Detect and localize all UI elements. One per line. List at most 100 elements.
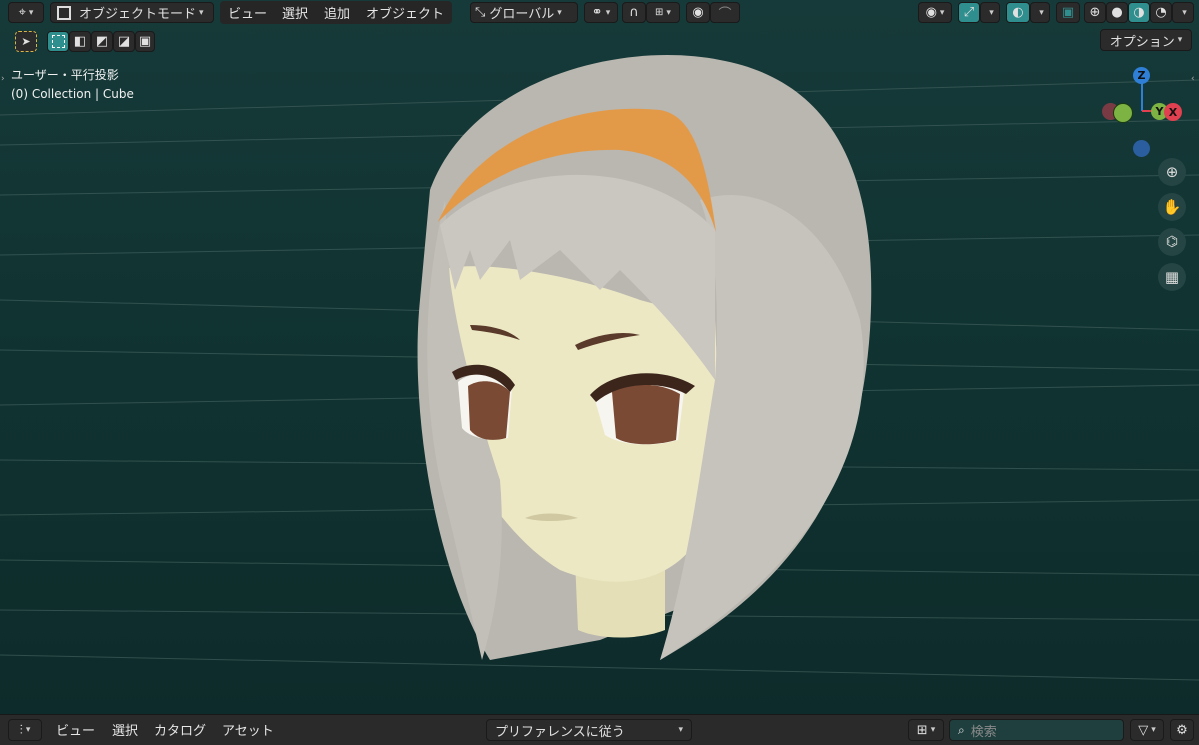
asset-menu-view[interactable]: ビュー — [56, 720, 95, 739]
transform-orientation-selector[interactable]: ⤡ グローバル ▾ — [470, 2, 578, 23]
overlays-dropdown[interactable]: ▾ — [1030, 2, 1050, 23]
import-method-label: プリファレンスに従う — [495, 724, 625, 740]
asset-editor-type-button[interactable]: ⫶ ▾ — [8, 719, 42, 741]
select-extend-icon: ◧ — [73, 34, 87, 49]
falloff-button[interactable]: ⌒ — [710, 2, 740, 23]
sidebar-expand-arrow[interactable]: ‹ — [1191, 74, 1195, 84]
zoom-icon: ⊕ — [1165, 163, 1179, 181]
select-mode-invert[interactable]: ◪ — [113, 31, 135, 52]
mode-label: オブジェクトモード — [79, 7, 197, 22]
magnet-icon: ∩ — [629, 5, 639, 20]
select-mode-intersect[interactable]: ▣ — [135, 31, 155, 52]
xray-toggle[interactable]: ▣ — [1056, 2, 1080, 23]
pivot-icon: ⚭ — [591, 5, 603, 20]
collection-info: (0) Collection | Cube — [11, 87, 134, 101]
editor-type-icon: ⌖ — [18, 5, 26, 20]
chevron-down-icon: ▾ — [989, 7, 994, 18]
filter-button[interactable]: ▽ ▾ — [1130, 719, 1164, 741]
axis-x[interactable]: X — [1164, 103, 1182, 121]
viewport-header: ⌖ ▾ オブジェクトモード ▾ ビュー 選択 追加 オブジェクト ⤡ グローバル … — [0, 0, 1199, 26]
chevron-down-icon: ▾ — [199, 7, 204, 18]
gizmo-dropdown[interactable]: ▾ — [980, 2, 1000, 23]
asset-menu-asset[interactable]: アセット — [222, 720, 274, 739]
camera-view-button[interactable]: ⌬ — [1158, 228, 1186, 256]
select-mode-subtract[interactable]: ◩ — [91, 31, 113, 52]
pan-button[interactable]: ✋ — [1158, 193, 1186, 221]
options-dropdown[interactable]: オプション ▾ — [1100, 29, 1192, 51]
asset-menu-catalog[interactable]: カタログ — [154, 720, 206, 739]
mode-selector[interactable]: オブジェクトモード ▾ — [50, 2, 214, 23]
zoom-button[interactable]: ⊕ — [1158, 158, 1186, 186]
filter-icon: ▽ — [1138, 722, 1149, 738]
menu-add[interactable]: 追加 — [318, 2, 356, 23]
menu-view[interactable]: ビュー — [222, 2, 273, 23]
snap-toggle[interactable]: ∩ — [622, 2, 646, 23]
pivot-point-button[interactable]: ⚭ ▾ — [584, 2, 618, 23]
search-placeholder: 検索 — [970, 724, 997, 740]
chevron-down-icon: ▾ — [25, 725, 31, 735]
select-subtract-icon: ◩ — [95, 34, 109, 49]
select-mode-new[interactable] — [47, 31, 69, 52]
chevron-down-icon: ▾ — [678, 725, 683, 735]
thumbnail-grid-icon: ⊞ — [916, 722, 928, 738]
shading-rendered[interactable]: ◔ — [1150, 2, 1172, 23]
settings-button[interactable]: ⚙ — [1170, 719, 1194, 741]
chevron-down-icon: ▾ — [1039, 7, 1044, 18]
toolbar-expand-arrow[interactable]: › — [1, 74, 5, 84]
proportional-edit-toggle[interactable]: ◉ — [686, 2, 710, 23]
select-intersect-icon: ▣ — [138, 34, 152, 49]
shading-material[interactable]: ◑ — [1128, 2, 1150, 23]
camera-icon: ⌬ — [1165, 234, 1179, 250]
projection-toggle-button[interactable]: ▦ — [1158, 263, 1186, 291]
gizmo-icon: ⤢ — [963, 5, 975, 20]
overlays-icon: ◐ — [1012, 5, 1024, 20]
snap-target-button[interactable]: ⊞ ▾ — [646, 2, 680, 23]
select-mode-extend[interactable]: ◧ — [69, 31, 91, 52]
chevron-down-icon: ▾ — [557, 7, 562, 18]
orientation-label: グローバル — [489, 7, 555, 22]
gizmo-toggle[interactable]: ⤢ — [958, 2, 980, 23]
eye-icon: ◉ — [925, 5, 937, 20]
display-mode-button[interactable]: ⊞ ▾ — [908, 719, 944, 741]
cursor-arrow-icon: ➤ — [21, 35, 31, 48]
select-invert-icon: ◪ — [117, 34, 131, 49]
asset-browser-header: ⫶ ▾ ビュー 選択 カタログ アセット プリファレンスに従う ▾ ⊞ ▾ ⌕ 検索 … — [0, 714, 1199, 745]
wireframe-icon: ⊕ — [1089, 5, 1101, 20]
shading-dropdown[interactable]: ▾ — [1172, 2, 1194, 23]
shading-solid[interactable]: ● — [1106, 2, 1128, 23]
material-preview-icon: ◑ — [1133, 5, 1145, 20]
editor-type-button[interactable]: ⌖ ▾ — [8, 2, 44, 23]
overlays-toggle[interactable]: ◐ — [1006, 2, 1030, 23]
left-eye-iris — [468, 381, 510, 440]
chevron-down-icon: ▾ — [930, 725, 936, 735]
chevron-down-icon: ▾ — [939, 7, 945, 18]
grid-icon: ▦ — [1164, 268, 1180, 286]
gear-icon: ⚙ — [1176, 722, 1188, 738]
import-method-dropdown[interactable]: プリファレンスに従う ▾ — [486, 719, 692, 741]
chevron-down-icon: ▾ — [1151, 725, 1156, 735]
character-head-model[interactable] — [0, 0, 1199, 714]
proportional-edit-icon: ◉ — [692, 5, 704, 20]
solid-icon: ● — [1111, 5, 1123, 20]
menu-object[interactable]: オブジェクト — [360, 2, 450, 23]
3d-viewport[interactable]: ⌖ ▾ オブジェクトモード ▾ ビュー 選択 追加 オブジェクト ⤡ グローバル … — [0, 0, 1199, 714]
chevron-down-icon: ▾ — [1182, 7, 1187, 18]
asset-search-field[interactable]: ⌕ 検索 — [949, 719, 1124, 741]
asset-browser-icon: ⫶ — [19, 722, 23, 738]
axis-neg-z[interactable] — [1133, 140, 1150, 157]
options-label: オプション — [1109, 34, 1175, 50]
visibility-button[interactable]: ◉ ▾ — [918, 2, 952, 23]
orientation-icon: ⤡ — [475, 5, 486, 20]
chevron-down-icon: ▾ — [666, 7, 671, 18]
axis-z[interactable]: Z — [1133, 67, 1150, 84]
menu-select[interactable]: 選択 — [276, 2, 314, 23]
chevron-down-icon: ▾ — [28, 7, 34, 18]
rendered-icon: ◔ — [1155, 5, 1167, 20]
falloff-curve-icon: ⌒ — [718, 7, 732, 22]
axis-neg-y[interactable] — [1113, 103, 1133, 123]
chevron-down-icon: ▾ — [1177, 35, 1183, 45]
active-tool-button[interactable]: ➤ — [15, 31, 37, 52]
snap-increment-icon: ⊞ — [655, 7, 664, 18]
asset-menu-select[interactable]: 選択 — [112, 720, 138, 739]
shading-wireframe[interactable]: ⊕ — [1084, 2, 1106, 23]
